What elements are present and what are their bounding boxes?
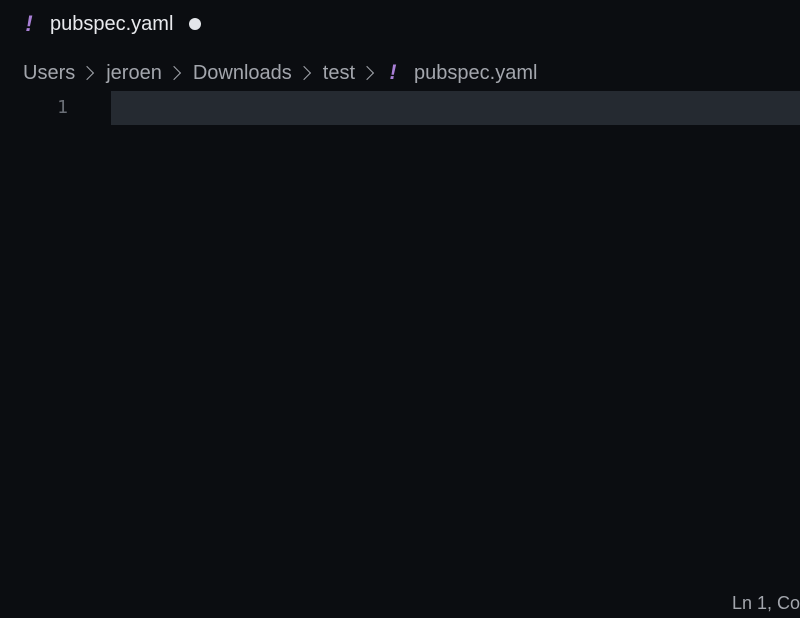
editor-tab[interactable]: ! pubspec.yaml <box>0 0 202 48</box>
current-line-highlight[interactable] <box>111 91 800 125</box>
breadcrumb-item-jeroen[interactable]: jeroen <box>106 62 162 85</box>
chevron-right-icon <box>80 65 95 81</box>
editor-window: ! pubspec.yaml Users jeroen Downloads te… <box>0 0 800 618</box>
breadcrumb-item-file[interactable]: pubspec.yaml <box>414 62 537 85</box>
breadcrumb: Users jeroen Downloads test ! pubspec.ya… <box>23 57 537 89</box>
yaml-file-icon: ! <box>389 61 397 84</box>
breadcrumb-item-test[interactable]: test <box>323 62 355 85</box>
unsaved-dot-icon[interactable] <box>189 18 202 30</box>
breadcrumb-item-users[interactable]: Users <box>23 62 75 85</box>
tab-title: pubspec.yaml <box>50 12 174 35</box>
yaml-file-icon: ! <box>25 11 33 36</box>
line-number: 1 <box>57 97 68 118</box>
code-editor[interactable]: 1 <box>0 90 800 570</box>
chevron-right-icon <box>296 65 311 81</box>
chevron-right-icon <box>359 65 375 81</box>
chevron-right-icon <box>166 65 181 81</box>
breadcrumb-item-downloads[interactable]: Downloads <box>193 62 292 85</box>
cursor-position-status[interactable]: Ln 1, Co <box>732 588 800 618</box>
